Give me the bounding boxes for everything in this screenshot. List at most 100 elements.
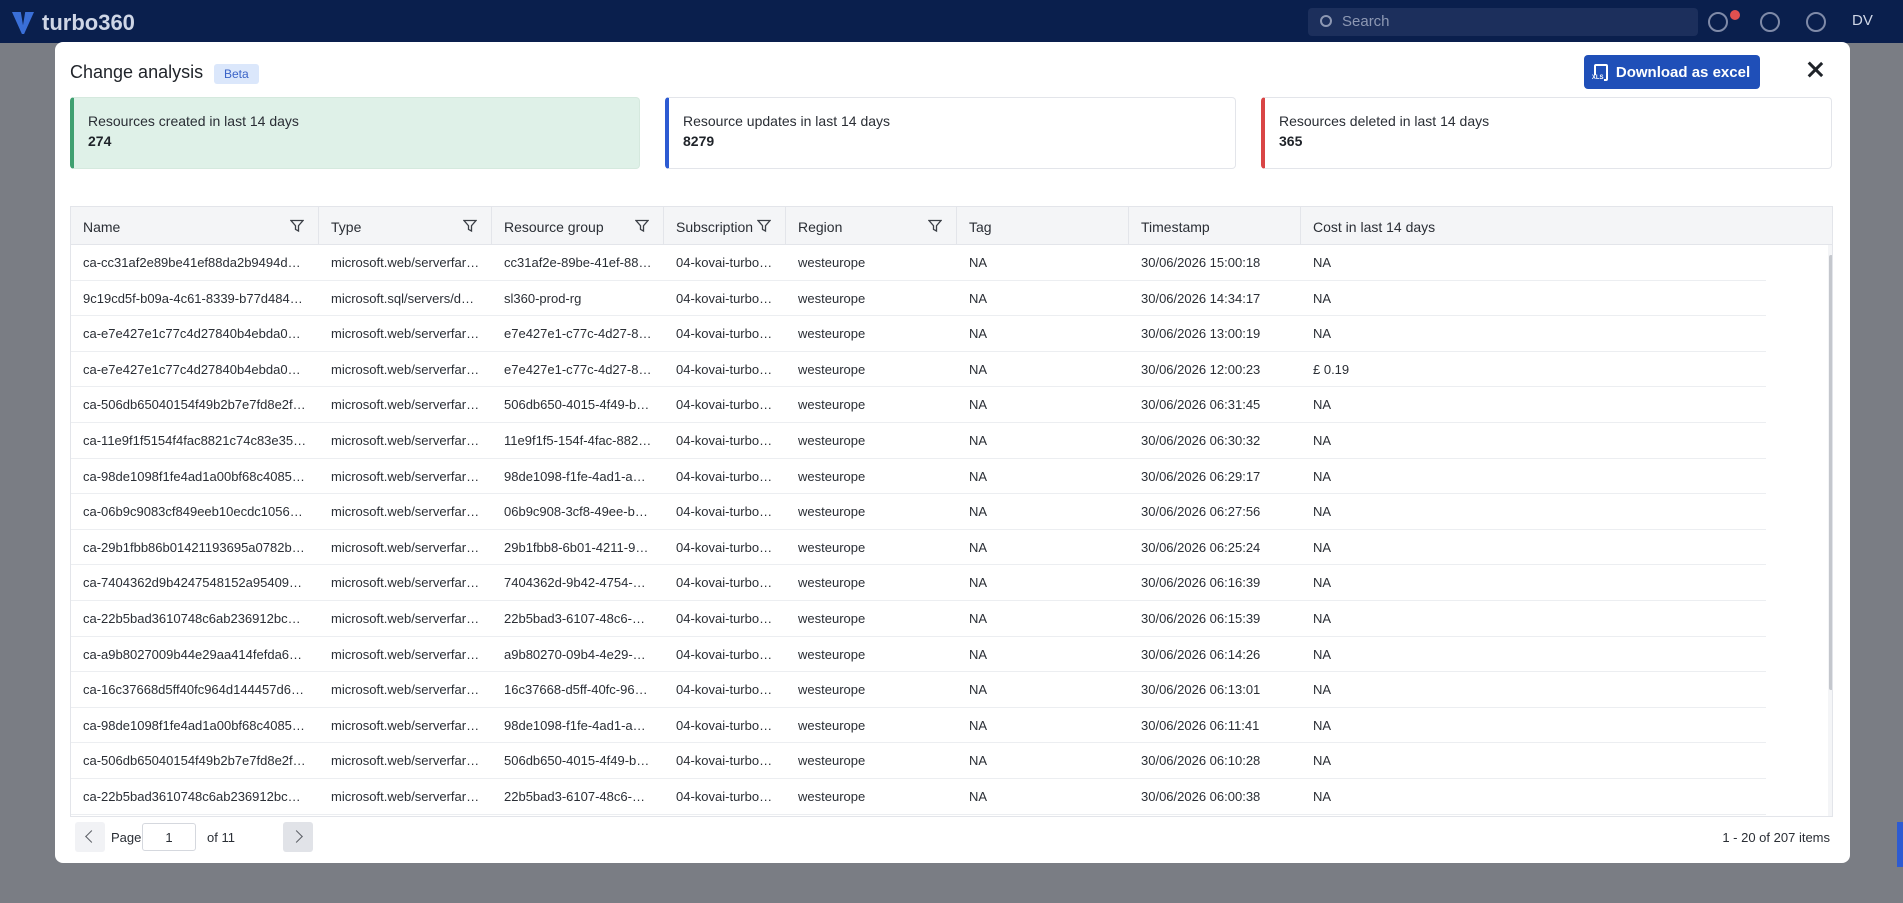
column-header-type[interactable]: Type [319,207,492,245]
cell-resource-group: 506db650-4015-4f49-b2b7-... [504,753,664,769]
next-page-button[interactable] [283,822,313,852]
cell-tag: NA [969,682,988,698]
cell-name: ca-29b1fbb86b01421193695a0782bd6ab7-c... [83,539,319,555]
column-header-label: Name [83,219,121,235]
cell-subscription: 04-kovai-turbo36... [676,717,785,733]
column-header-cost[interactable]: Cost in last 14 days [1301,207,1832,245]
feedback-tab [1897,822,1903,867]
column-header-tag[interactable]: Tag [957,207,1129,245]
close-icon[interactable] [1803,58,1827,82]
bell-icon[interactable] [1760,12,1780,32]
table-row[interactable]: ca-e7e427e1c77c4d27840b4ebda010e44d-... m… [71,352,1766,388]
table-row[interactable]: ca-e7e427e1c77c4d27840b4ebda010e44d-... m… [71,316,1766,352]
resource-updates-card: Resource updates in last 14 days 8279 [665,97,1236,169]
cell-region: westeurope [798,504,866,520]
filter-icon[interactable] [463,219,477,233]
cell-region: westeurope [798,789,866,804]
brand-logo[interactable]: turbo360 [12,10,135,36]
cell-type: microsoft.sql/servers/data... [331,290,490,306]
table-row[interactable]: ca-22b5bad3610748c6ab236912bc26d8d3-... m… [71,601,1766,637]
cell-cost: NA [1313,611,1332,626]
table-row[interactable]: ca-11e9f1f5154f4fac8821c74c83e35deb-con.… [71,423,1766,459]
table-row[interactable]: ca-cc31af2e89be41ef88da2b9494dd2056-... m… [71,245,1766,281]
cell-subscription: 04-kovai-turbo36... [676,611,785,626]
cell-timestamp: 30/06/2026 06:16:39 [1141,575,1261,591]
filter-icon[interactable] [928,219,942,233]
download-excel-label: Download as excel [1615,63,1751,81]
table-row[interactable]: ca-06b9c9083cf849eeb10ecdc105651c80-c...… [71,494,1766,530]
global-search-input[interactable]: Search [1308,8,1698,36]
table-row[interactable]: ca-29b1fbb86b01421193695a0782bd6ab7-c...… [71,530,1766,566]
cell-type: microsoft.web/serverfarms [331,611,484,626]
cell-cost: NA [1313,326,1332,342]
cell-resource-group: e7e427e1-c77c-4d27-840b-... [504,361,664,377]
cell-resource-group: 22b5bad3-6107-48c6-ab23-... [504,789,664,804]
table-row[interactable]: ca-16c37668d5ff40fc964d144457d66fac-co..… [71,672,1766,708]
filter-icon[interactable] [290,219,304,233]
brand-name: turbo360 [42,10,135,35]
cell-timestamp: 30/06/2026 06:25:24 [1141,539,1261,555]
cell-region: westeurope [798,611,866,626]
table-row[interactable]: ca-98de1098f1fe4ad1a00bf68c4085b218-a...… [71,708,1766,744]
column-header-resource-group[interactable]: Resource group [492,207,664,245]
table-scrollbar[interactable] [1828,245,1832,816]
filter-icon[interactable] [635,219,649,233]
cell-region: westeurope [798,326,866,342]
cell-type: microsoft.web/serverfarms [331,255,484,270]
gear-icon[interactable] [1806,12,1826,32]
table-row[interactable]: ca-7404362d9b4247548152a954097c7c2c-... m… [71,565,1766,601]
cell-resource-group: 98de1098-f1fe-4ad1-a00b-f... [504,468,664,484]
page-number-input[interactable] [142,823,196,851]
cell-subscription: 04-kovai-turbo36... [676,575,785,591]
table-row[interactable]: ca-506db65040154f49b2b7e7fd8e2f780f-c...… [71,387,1766,423]
cell-subscription: 04-kovai-turbo36... [676,290,785,306]
cell-resource-group: a9b80270-09b4-4e29-aa41-... [504,646,664,662]
download-excel-button[interactable]: Download as excel [1584,55,1760,89]
cell-cost: NA [1313,789,1332,804]
filter-icon[interactable] [757,219,771,233]
cell-timestamp: 30/06/2026 15:00:18 [1141,255,1261,270]
change-analysis-modal: Change analysis Beta Download as excel R… [55,42,1850,863]
cell-cost: NA [1313,504,1332,520]
cell-tag: NA [969,575,988,591]
cell-tag: NA [969,326,988,342]
table-row[interactable]: ca-506db65040154f49b2b7e7fd8e2f780f-a...… [71,743,1766,779]
cell-name: ca-506db65040154f49b2b7e7fd8e2f780f-a... [83,753,319,769]
cell-tag: NA [969,361,988,377]
cell-type: microsoft.web/serverfarms [331,646,484,662]
previous-page-button[interactable] [75,822,105,852]
cell-tag: NA [969,539,988,555]
cell-type: microsoft.web/serverfarms [331,682,484,698]
cell-subscription: 04-kovai-turbo36... [676,682,785,698]
cell-tag: NA [969,468,988,484]
beta-badge: Beta [214,64,259,84]
column-header-name[interactable]: Name [71,207,319,245]
table-row[interactable]: ca-22b5bad3610748c6ab236912bc26d8d3-... m… [71,779,1766,815]
user-avatar[interactable]: DV [1852,12,1873,29]
cell-cost: NA [1313,539,1332,555]
cell-resource-group: 11e9f1f5-154f-4fac-8821-c74... [504,433,664,448]
cell-type: microsoft.web/serverfarms [331,326,484,342]
cell-timestamp: 30/06/2026 06:13:01 [1141,682,1261,698]
column-header-label: Resource group [504,219,604,235]
scrollbar-thumb[interactable] [1829,255,1832,690]
search-icon [1320,15,1332,27]
column-header-timestamp[interactable]: Timestamp [1129,207,1301,245]
column-header-label: Timestamp [1141,219,1210,235]
cell-name: ca-22b5bad3610748c6ab236912bc26d8d3-... [83,611,319,626]
turbo360-logo-icon [12,12,34,34]
table-row[interactable]: ca-a9b8027009b44e29aa414fefda69d4f4-... m… [71,637,1766,673]
column-header-region[interactable]: Region [786,207,957,245]
cell-timestamp: 30/06/2026 06:10:28 [1141,753,1261,769]
cell-type: microsoft.web/serverfarms [331,753,484,769]
table-row[interactable]: ca-98de1098f1fe4ad1a00bf68c4085b218-c...… [71,459,1766,495]
notification-count-badge [1730,10,1740,20]
cell-cost: NA [1313,717,1332,733]
notification-announce-icon[interactable] [1708,12,1728,32]
cell-name: ca-16c37668d5ff40fc964d144457d66fac-co..… [83,682,319,698]
column-header-subscription[interactable]: Subscription [664,207,786,245]
cell-resource-group: cc31af2e-89be-41ef-88da-2... [504,255,664,270]
cell-tag: NA [969,290,988,306]
table-row[interactable]: 9c19cd5f-b09a-4c61-8339-b77d484baadf micr… [71,281,1766,317]
resources-created-label: Resources created in last 14 days [88,113,299,129]
